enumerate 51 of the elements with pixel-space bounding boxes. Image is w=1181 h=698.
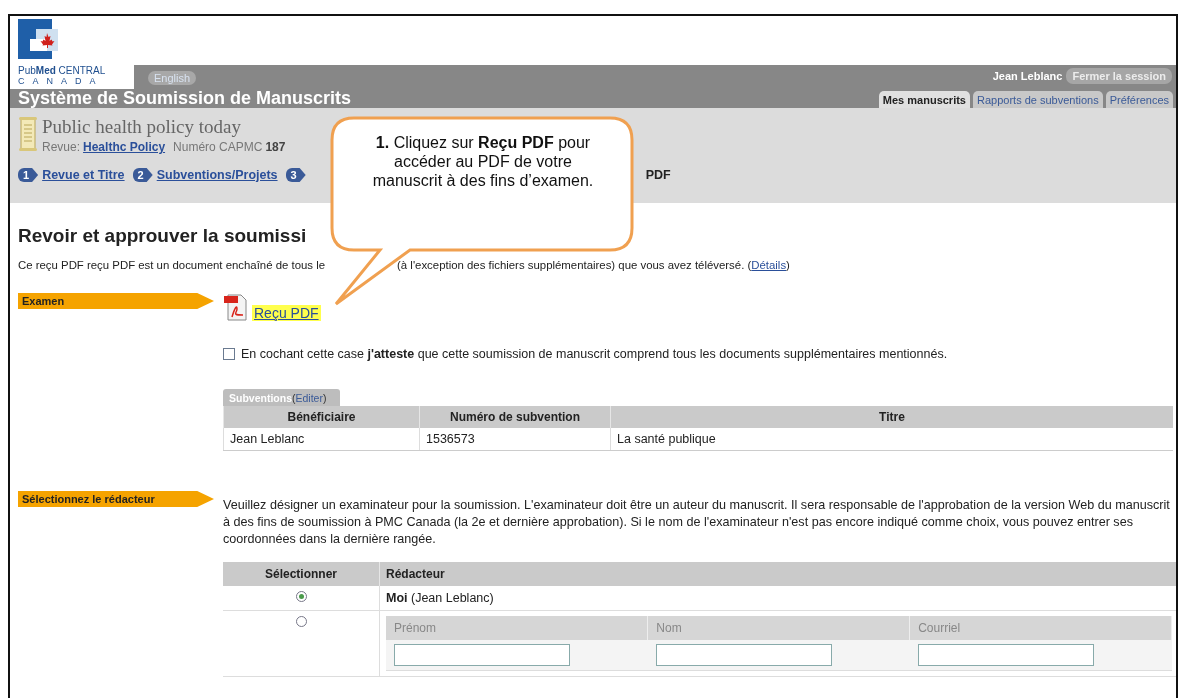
- intro-text: Ce reçu PDF reçu PDF est un document enchaîné de tous le: [18, 259, 326, 271]
- column-header: Numéro de subvention: [419, 406, 611, 428]
- field-label: Nom: [647, 616, 910, 640]
- input-field[interactable]: [655, 644, 832, 666]
- pdf-file-icon: [223, 293, 249, 321]
- paren-text: (: [292, 392, 296, 404]
- table-cell: 1536573: [419, 428, 611, 451]
- instructions-text: Veuillez désigner un examinateur pour la soumission. L'examinateur doit être un auteur du manuscrit. Il sera responsable de l'approbation de la version Web du manuscrit à des fins de soumission à PMC Canada (la 2e et dernière approbation). Si le nom de l'examinateur n'est pas encore indiqué comme choix, vous pouvez entrer ses coordonnées dans la dernière rangée.: [223, 497, 1171, 548]
- input-field[interactable]: [394, 644, 570, 666]
- page-heading: Revoir et approuver la soumissi: [18, 225, 308, 247]
- reviewer-name: Moi (Jean Leblanc): [386, 591, 494, 605]
- nav-tab[interactable]: Préférences: [1105, 91, 1173, 108]
- nav-tab[interactable]: Mes manuscrits: [878, 91, 970, 108]
- brand-name: PubMed CENTRAL: [18, 65, 107, 76]
- table-cell: La santé publique: [610, 428, 1173, 451]
- column-header: Titre: [610, 406, 1173, 428]
- field-label: Prénom: [386, 616, 648, 640]
- pdf-receipt-link[interactable]: Reçu PDF: [252, 305, 321, 321]
- column-header: Sélectionner: [223, 562, 380, 586]
- edit-link[interactable]: Editer: [295, 392, 323, 404]
- current-step-label: PDF: [645, 168, 671, 182]
- number-label: Numéro CAPMC: [173, 140, 263, 154]
- paren-text: ): [322, 392, 327, 404]
- attest-text: En cochant cette case j'atteste que cette soumission de manuscrit comprend tous les documents supplémentaires mentionnés.: [241, 347, 948, 361]
- field-label: Courriel: [909, 616, 1172, 640]
- step-number-badge: 1: [18, 168, 39, 182]
- input-field[interactable]: [917, 644, 1094, 666]
- column-header: Bénéficiaire: [223, 406, 420, 428]
- journal-link[interactable]: Healthc Policy: [83, 140, 166, 154]
- grants-tab-label: Subventions: [229, 392, 292, 404]
- column-header: Rédacteur: [379, 562, 1176, 586]
- site-title: Système de Soumission de Manuscrits: [18, 89, 352, 108]
- step-number-badge: 3: [285, 168, 306, 182]
- section-arrow-label: Examen: [18, 293, 214, 309]
- intro-text: ): [786, 259, 790, 271]
- nav-tab[interactable]: Rapports de subventions: [973, 91, 1103, 108]
- table-cell: Jean Leblanc: [223, 428, 420, 451]
- section-arrow-label: Sélectionnez le rédacteur: [18, 491, 214, 507]
- step-number-badge: 2: [132, 168, 153, 182]
- attest-checkbox[interactable]: [223, 348, 235, 360]
- maple-leaf-logo-icon: [18, 19, 58, 61]
- brand-country: CANADA: [18, 76, 105, 87]
- intro-text: (à l'exception des fichiers supplémentaires) que vous avez téléversé. (: [397, 259, 752, 271]
- manuscript-title: Public health policy today: [42, 116, 242, 138]
- scroll-icon: [18, 116, 38, 152]
- journal-label: Revue:: [42, 140, 81, 154]
- manuscript-number: 187: [265, 140, 286, 154]
- user-name: Jean Leblanc: [992, 70, 1063, 82]
- step-link[interactable]: Subventions/Projets: [156, 168, 278, 182]
- step-link[interactable]: Revue et Titre: [42, 168, 125, 182]
- callout-text: 1. Cliquez sur Reçu PDF pour accéder au PDF de votre manuscrit à des fins d’examen.: [371, 133, 595, 190]
